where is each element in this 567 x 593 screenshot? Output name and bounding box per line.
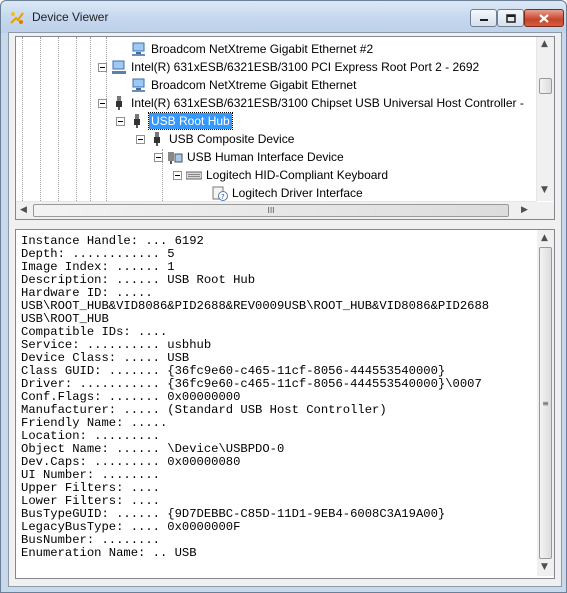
device-tree[interactable]: Broadcom NetXtreme Gigabit Ethernet #2 I… [15, 36, 555, 220]
tree-horizontal-scroll-thumb[interactable]: III [33, 204, 509, 217]
scroll-up-arrow-icon[interactable]: ▲ [541, 39, 548, 49]
app-icon [10, 12, 24, 24]
device-viewer-window: Device Viewer Broadcom NetXtreme Gigabit… [0, 0, 567, 593]
scroll-down-arrow-icon[interactable]: ▼ [541, 185, 548, 195]
tree-item[interactable]: Intel(R) 631xESB/6321ESB/3100 Chipset US… [98, 94, 524, 112]
tree-guide-line [40, 37, 42, 201]
usb-icon [154, 132, 160, 146]
scroll-corner [537, 202, 554, 219]
scroll-down-arrow-icon[interactable]: ▼ [541, 562, 548, 572]
tree-vertical-scrollbar[interactable]: ▲ ▼ [536, 37, 554, 201]
close-button[interactable] [524, 9, 564, 27]
device-details-text: Instance Handle: ... 6192 Depth: .......… [21, 235, 489, 560]
tree-item-label: Logitech Driver Interface [232, 186, 363, 200]
details-vertical-scrollbar[interactable]: ▲ ≡ ▼ [537, 230, 554, 576]
tree-item[interactable]: Intel(R) 631xESB/6321ESB/3100 PCI Expres… [98, 58, 479, 76]
tree-item[interactable]: USB Root Hub [116, 112, 233, 130]
title-bar[interactable]: Device Viewer [1, 1, 566, 33]
usb-icon [116, 96, 122, 110]
tree-item[interactable]: Broadcom NetXtreme Gigabit Ethernet [131, 76, 356, 94]
tree-item[interactable]: Logitech HID-Compliant Keyboard [173, 166, 388, 184]
tree-vertical-scroll-thumb[interactable] [539, 78, 552, 94]
scroll-right-arrow-icon[interactable]: ▶ [521, 205, 528, 215]
collapse-toggle[interactable] [136, 134, 145, 144]
network-adapter-icon [132, 42, 145, 56]
tree-horizontal-scrollbar[interactable]: ◀ III ▶ [16, 201, 537, 219]
usb-icon [134, 114, 140, 128]
tree-guide-line [90, 37, 92, 201]
client-area: Broadcom NetXtreme Gigabit Ethernet #2 I… [8, 32, 562, 587]
tree-guide-line [76, 37, 78, 201]
collapse-toggle[interactable] [116, 116, 125, 126]
tree-item[interactable]: USB Human Interface Device [154, 148, 344, 166]
scroll-left-arrow-icon[interactable]: ◀ [20, 205, 27, 215]
keyboard-icon [186, 171, 202, 180]
collapse-toggle[interactable] [98, 62, 107, 72]
close-icon [539, 13, 549, 23]
pci-device-icon [112, 60, 126, 74]
collapse-toggle[interactable] [173, 170, 182, 180]
tree-item[interactable]: Broadcom NetXtreme Gigabit Ethernet #2 [131, 40, 373, 58]
tree-item-label: Intel(R) 631xESB/6321ESB/3100 PCI Expres… [131, 60, 480, 74]
device-details-pane[interactable]: Instance Handle: ... 6192 Depth: .......… [15, 229, 555, 579]
window-title: Device Viewer [32, 10, 109, 24]
tree-guide-line [58, 37, 60, 201]
svg-text:?: ? [221, 193, 225, 201]
scroll-grip-icon: ≡ [542, 398, 549, 408]
maximize-icon [505, 13, 516, 23]
tree-item-label: USB Root Hub [148, 112, 233, 130]
maximize-button[interactable] [497, 9, 524, 27]
tree-item-label: Broadcom NetXtreme Gigabit Ethernet [151, 78, 357, 92]
details-vertical-scroll-thumb[interactable]: ≡ [539, 247, 552, 559]
collapse-toggle[interactable] [154, 152, 163, 162]
tree-item[interactable]: USB Composite Device [136, 130, 294, 148]
tree-item-label: USB Composite Device [169, 132, 295, 146]
minimize-icon [479, 19, 488, 21]
tree-item-label: Logitech HID-Compliant Keyboard [206, 168, 389, 182]
scroll-grip-icon: III [267, 206, 275, 215]
unknown-device-icon: ? [212, 186, 228, 201]
tree-item-label: USB Human Interface Device [187, 150, 344, 164]
scroll-up-arrow-icon[interactable]: ▲ [541, 233, 548, 243]
network-adapter-icon [132, 78, 145, 92]
collapse-toggle[interactable] [98, 98, 107, 108]
tree-item-label: Intel(R) 631xESB/6321ESB/3100 Chipset US… [131, 96, 524, 110]
minimize-button[interactable] [470, 9, 497, 27]
tree-item[interactable]: ? Logitech Driver Interface [212, 184, 363, 202]
hid-device-icon [168, 152, 183, 164]
detail-line: Enumeration Name: .. USB [21, 546, 197, 560]
tree-item-label: Broadcom NetXtreme Gigabit Ethernet #2 [151, 42, 374, 56]
tree-guide-line [22, 37, 24, 201]
